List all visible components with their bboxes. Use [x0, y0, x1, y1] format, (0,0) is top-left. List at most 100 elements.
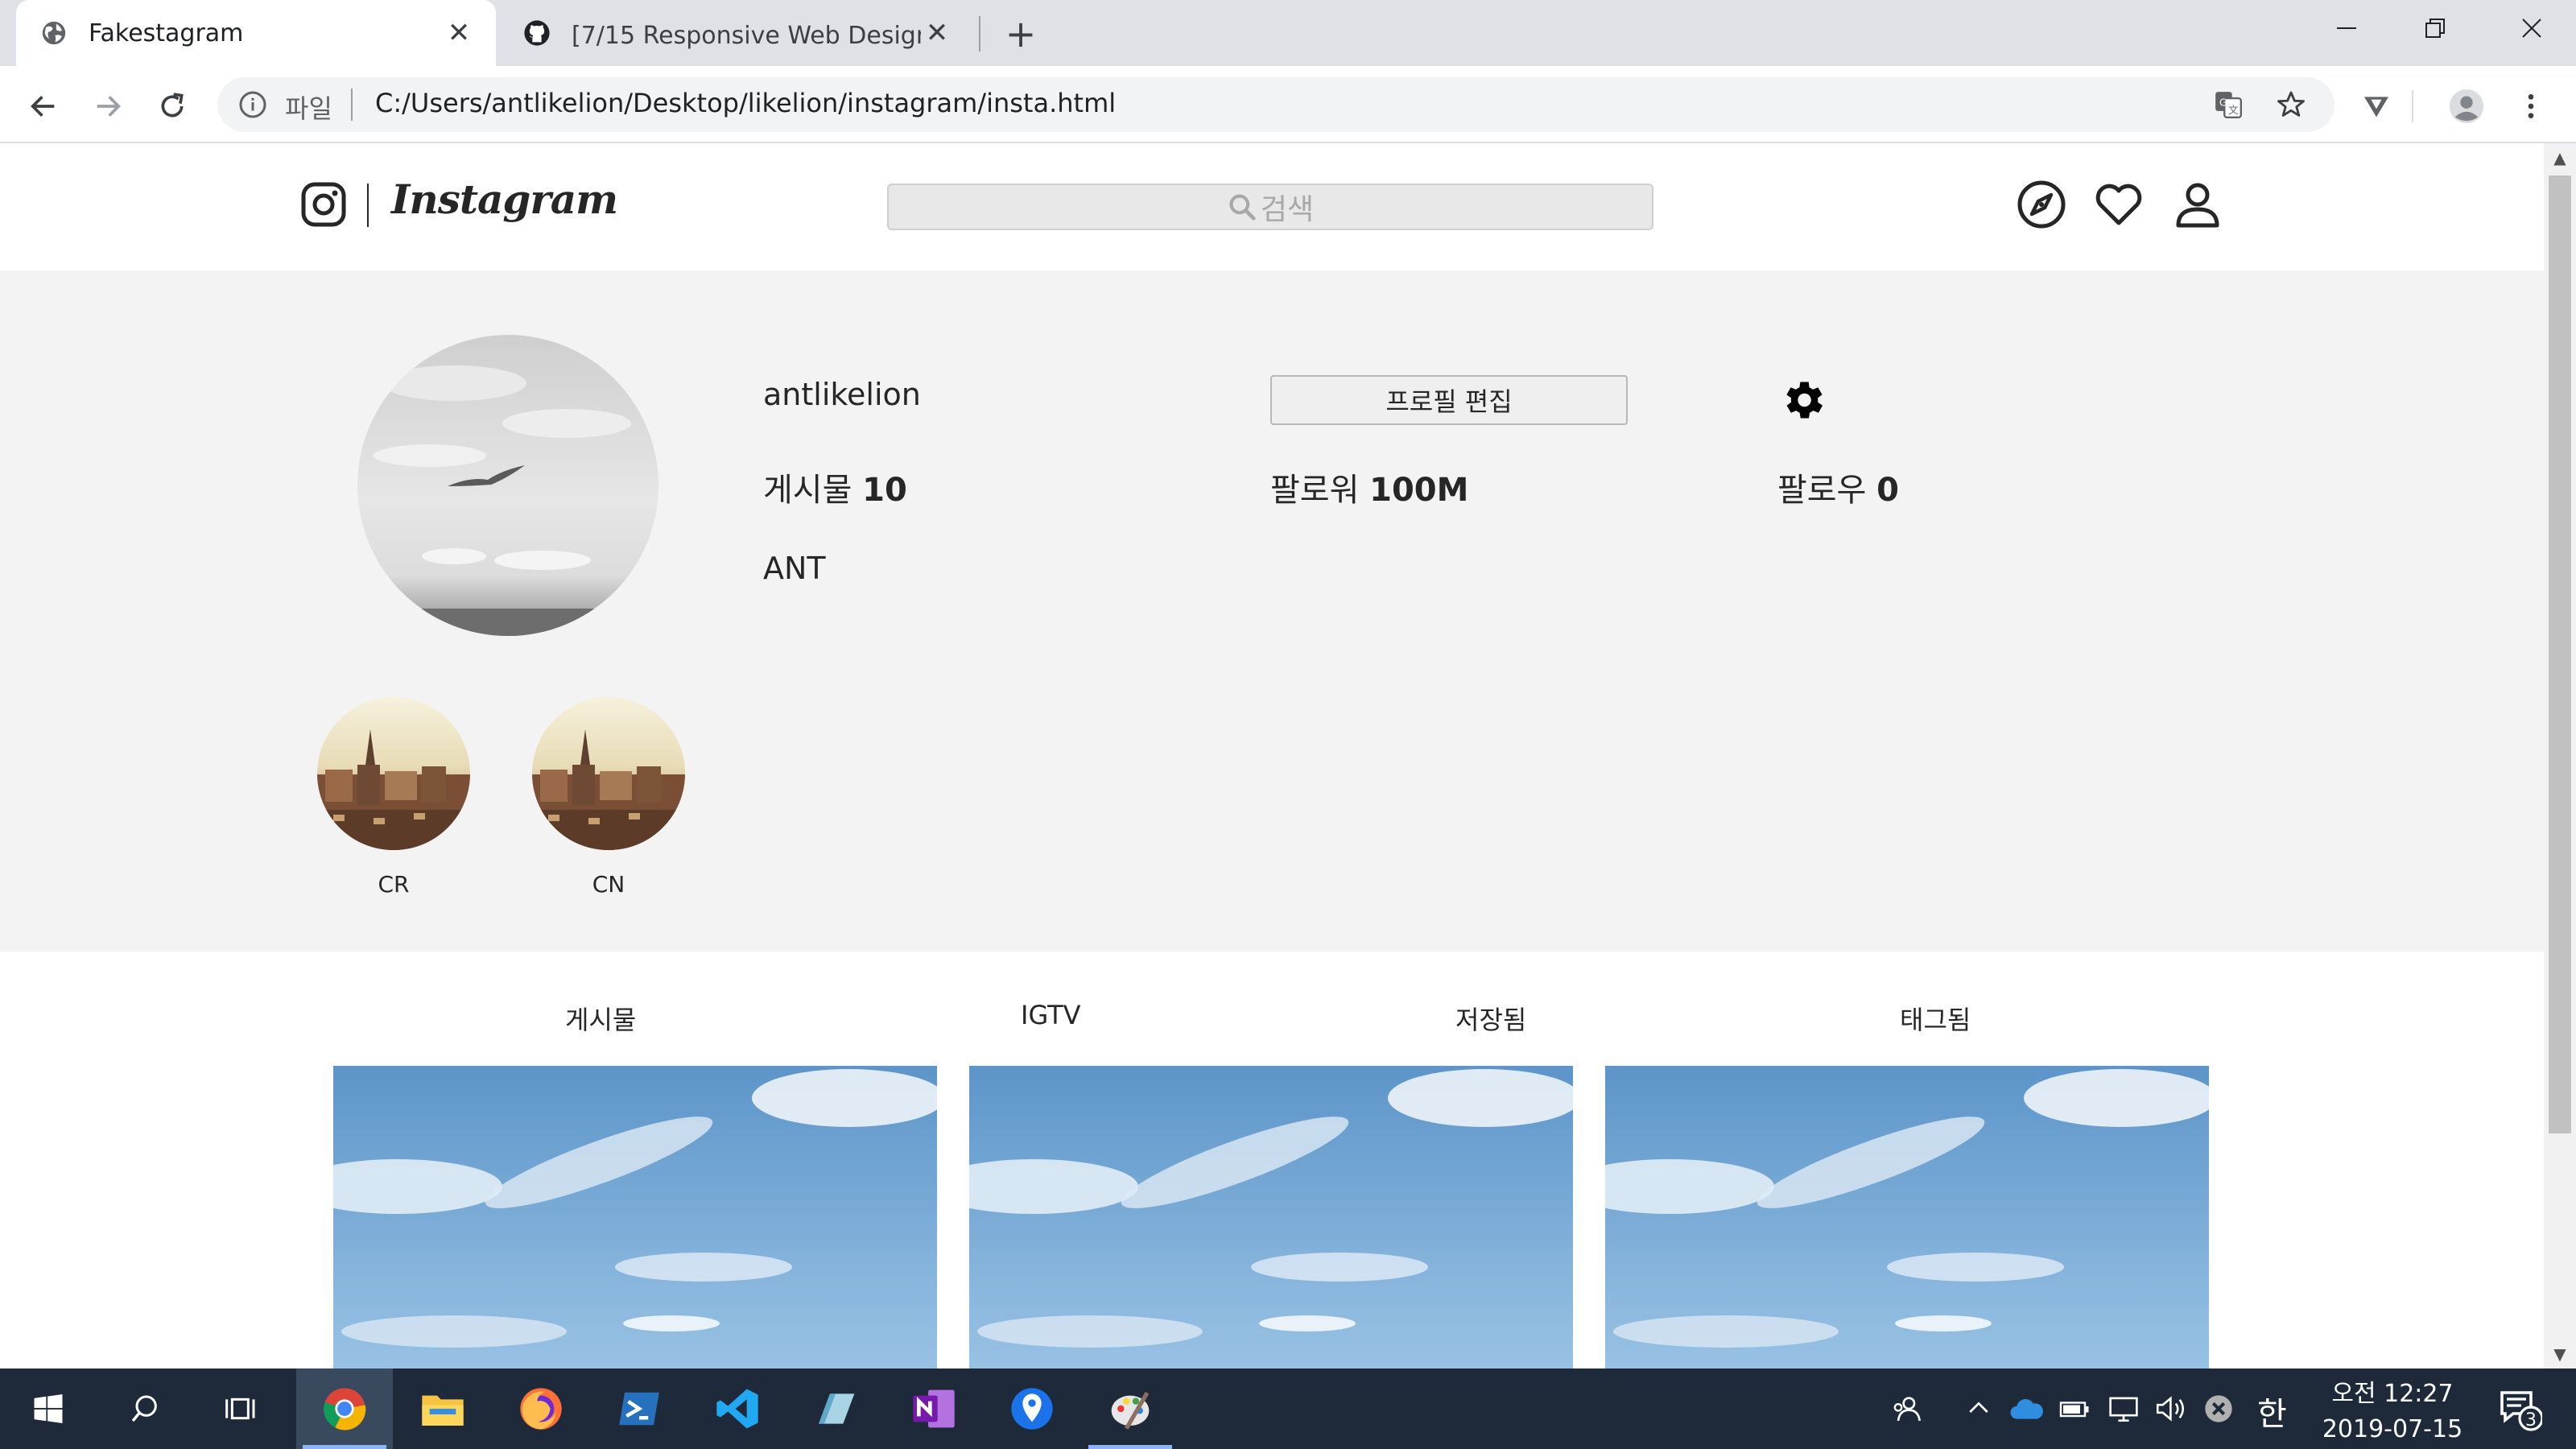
- tab-divider: [979, 16, 980, 52]
- profile-avatar-icon[interactable]: [2447, 87, 2486, 126]
- svg-text:文: 文: [2228, 104, 2239, 116]
- start-button[interactable]: [0, 1368, 97, 1449]
- back-button[interactable]: [21, 84, 66, 129]
- scheme-label: 파일: [285, 93, 332, 124]
- app-icon[interactable]: [787, 1368, 884, 1449]
- url-text[interactable]: C:/Users/antlikelion/Desktop/likelion/in…: [375, 88, 1116, 118]
- highlight-item[interactable]: CR: [317, 697, 470, 898]
- translate-icon[interactable]: G文: [2212, 89, 2244, 121]
- star-icon[interactable]: [2275, 89, 2307, 121]
- chrome-icon[interactable]: [296, 1368, 393, 1449]
- info-icon[interactable]: [238, 90, 267, 119]
- page-viewport: Instagram 검색 antlikelion 프로필 편집 게시물 10 팔…: [0, 143, 2544, 1368]
- scroll-down-arrow-icon[interactable]: ▼: [2544, 1340, 2576, 1368]
- following-label: 팔로우: [1777, 472, 1867, 509]
- posts-label: 게시물: [763, 472, 852, 509]
- posts-stat: 게시물 10: [763, 464, 907, 510]
- tab-fakestagram[interactable]: Fakestagram ✕: [16, 0, 496, 66]
- toolbar-divider: [2412, 90, 2413, 122]
- taskbar-clock[interactable]: 오전 12:27 2019-07-15: [2312, 1377, 2473, 1447]
- reload-button[interactable]: [150, 84, 195, 129]
- forward-button[interactable]: [85, 84, 130, 129]
- following-count: 0: [1876, 472, 1899, 509]
- globe-icon: [40, 19, 68, 47]
- profile-username: antlikelion: [763, 377, 921, 412]
- instagram-wordmark[interactable]: Instagram: [391, 175, 618, 223]
- file-explorer-icon[interactable]: [394, 1368, 491, 1449]
- scroll-thumb[interactable]: [2549, 175, 2571, 1133]
- windows-logo-icon: [34, 1393, 63, 1424]
- minimize-button[interactable]: [2302, 0, 2391, 56]
- restore-button[interactable]: [2391, 0, 2479, 56]
- menu-kebab-icon[interactable]: [2512, 87, 2550, 126]
- search-input[interactable]: 검색: [887, 184, 1653, 230]
- edit-profile-button[interactable]: 프로필 편집: [1270, 375, 1628, 425]
- search-icon: [1229, 194, 1256, 221]
- notification-count: 3: [2525, 1410, 2537, 1430]
- tab-saved[interactable]: 저장됨: [1455, 1000, 1526, 1037]
- followers-label: 팔로워: [1270, 472, 1360, 509]
- post-thumbnail[interactable]: [333, 1066, 937, 1368]
- instagram-header: Instagram 검색: [0, 143, 2544, 270]
- posts-count: 10: [862, 472, 907, 509]
- clock-time: 오전 12:27: [2331, 1380, 2454, 1408]
- logo-divider: [367, 184, 369, 227]
- page-scrollbar[interactable]: ▲ ▼: [2544, 143, 2576, 1368]
- post-thumbnail[interactable]: [1605, 1066, 2209, 1368]
- network-icon[interactable]: [2101, 1368, 2146, 1449]
- heart-icon[interactable]: [2093, 179, 2145, 230]
- browser-toolbar: 파일 C:/Users/antlikelion/Desktop/likelion…: [0, 66, 2576, 143]
- maps-pin-icon[interactable]: [984, 1368, 1080, 1449]
- new-tab-button[interactable]: +: [1001, 12, 1040, 56]
- task-view-icon[interactable]: [193, 1368, 290, 1449]
- profile-section: antlikelion 프로필 편집 게시물 10 팔로워 100M 팔로우 0…: [0, 270, 2544, 952]
- scroll-up-arrow-icon[interactable]: ▲: [2544, 143, 2576, 172]
- following-stat[interactable]: 팔로우 0: [1777, 464, 1899, 510]
- user-icon[interactable]: [2172, 179, 2223, 230]
- powershell-icon[interactable]: [591, 1368, 687, 1449]
- onenote-icon[interactable]: [886, 1368, 982, 1449]
- tab-close-icon[interactable]: ✕: [443, 17, 475, 49]
- browser-tabstrip: Fakestagram ✕ [7/15 Responsive Web Desig…: [0, 0, 2576, 66]
- tab-close-icon[interactable]: ✕: [921, 17, 953, 49]
- highlight-thumbnail: [317, 697, 470, 850]
- search-taskbar-icon[interactable]: [97, 1368, 193, 1449]
- onedrive-cloud-icon[interactable]: [2004, 1368, 2050, 1449]
- post-thumbnail[interactable]: [969, 1066, 1573, 1368]
- profile-display-name: ANT: [763, 551, 826, 586]
- tab-github[interactable]: [7/15 Responsive Web Design 고 ✕: [499, 0, 974, 66]
- address-bar[interactable]: 파일 C:/Users/antlikelion/Desktop/likelion…: [217, 77, 2334, 132]
- paint-icon[interactable]: [1082, 1368, 1179, 1449]
- tab-igtv[interactable]: IGTV: [1021, 1000, 1081, 1030]
- followers-count: 100M: [1369, 472, 1469, 509]
- followers-stat[interactable]: 팔로워 100M: [1270, 464, 1468, 510]
- vscode-icon[interactable]: [689, 1368, 786, 1449]
- tab-posts[interactable]: 게시물: [565, 1000, 636, 1037]
- instagram-camera-icon[interactable]: [301, 182, 346, 227]
- ime-indicator[interactable]: 한: [2257, 1388, 2287, 1435]
- action-center-icon[interactable]: 3: [2487, 1368, 2552, 1449]
- tab-tagged[interactable]: 태그됨: [1900, 1000, 1971, 1037]
- volume-icon[interactable]: [2149, 1368, 2194, 1449]
- tab-title: [7/15 Responsive Web Design 고: [572, 22, 921, 50]
- svg-text:G: G: [2219, 97, 2227, 109]
- show-hidden-icons-chevron-icon[interactable]: [1958, 1368, 2000, 1449]
- scheme-divider: [351, 89, 353, 121]
- clock-date: 2019-07-15: [2322, 1415, 2463, 1443]
- highlight-thumbnail: [532, 697, 685, 850]
- battery-icon[interactable]: [2053, 1368, 2098, 1449]
- close-window-button[interactable]: [2487, 0, 2576, 56]
- gear-icon[interactable]: [1777, 375, 1827, 425]
- people-icon[interactable]: [1884, 1368, 1929, 1449]
- error-status-icon[interactable]: [2196, 1368, 2241, 1449]
- highlight-label: CN: [592, 871, 625, 898]
- highlight-item[interactable]: CN: [532, 697, 685, 898]
- profile-avatar[interactable]: [357, 335, 658, 636]
- firefox-icon[interactable]: [493, 1368, 589, 1449]
- tab-title: Fakestagram: [89, 19, 244, 47]
- compass-icon[interactable]: [2016, 179, 2067, 230]
- extension-icon[interactable]: [2357, 87, 2396, 126]
- windows-taskbar: 한 오전 12:27 2019-07-15 3: [0, 1368, 2576, 1449]
- search-placeholder: 검색: [1260, 193, 1315, 226]
- github-icon: [523, 19, 551, 47]
